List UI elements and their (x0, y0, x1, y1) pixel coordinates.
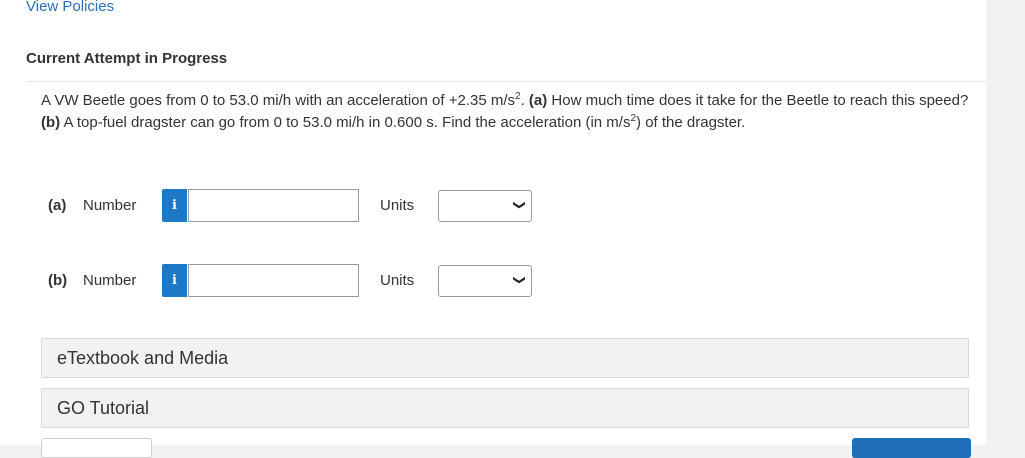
info-icon[interactable]: i (162, 264, 187, 297)
view-policies-link[interactable]: View Policies (26, 0, 114, 15)
chevron-down-icon: ❯ (512, 199, 527, 211)
info-icon[interactable]: i (162, 189, 187, 222)
answer-row-a: (a) Number i Units ❯ (48, 189, 548, 222)
answer-row-b: (b) Number i Units ❯ (48, 264, 548, 297)
number-input-b[interactable] (188, 264, 359, 297)
etextbook-label: eTextbook and Media (57, 348, 229, 368)
etextbook-panel[interactable]: eTextbook and Media (41, 338, 969, 378)
units-label-a: Units (380, 197, 415, 214)
units-label-b: Units (380, 272, 415, 289)
number-input-a[interactable] (188, 189, 359, 222)
number-label-b: Number (83, 272, 137, 289)
part-label-a: (a) (48, 197, 67, 214)
attempt-heading: Current Attempt in Progress (26, 50, 228, 67)
units-select-a[interactable]: ❯ (438, 190, 532, 222)
divider (26, 81, 986, 82)
go-tutorial-panel[interactable]: GO Tutorial (41, 388, 969, 428)
question-text: A VW Beetle goes from 0 to 53.0 mi/h wit… (41, 91, 969, 132)
chevron-down-icon: ❯ (512, 274, 527, 286)
units-select-b[interactable]: ❯ (438, 265, 532, 297)
go-tutorial-label: GO Tutorial (57, 398, 150, 418)
number-label-a: Number (83, 197, 137, 214)
part-label-b: (b) (48, 272, 68, 289)
secondary-button[interactable] (41, 438, 152, 458)
primary-button[interactable] (852, 438, 971, 458)
assignment-card: View Policies Current Attempt in Progres… (0, 0, 986, 458)
